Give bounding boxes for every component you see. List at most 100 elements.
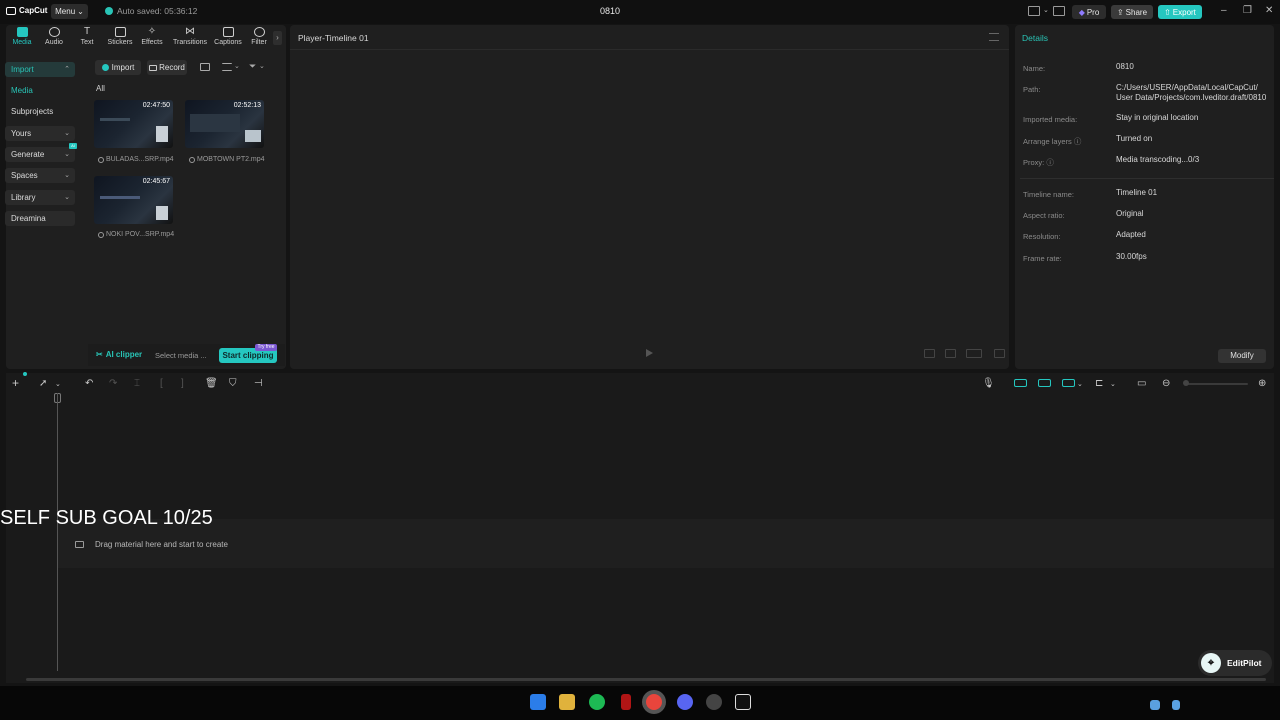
grid-view-icon[interactable] [200,63,210,71]
sidebar-item-media[interactable]: Media [5,83,75,98]
layout-icon[interactable] [1028,6,1040,16]
capcut-taskbar-icon[interactable] [735,694,751,710]
chevron-down-icon: ⌄ [77,7,84,16]
app-name: CapCut [19,6,48,15]
zoom-slider[interactable] [1186,383,1248,385]
restore-icon[interactable]: ❐ [1243,5,1252,16]
tab-effects[interactable]: ✧ Effects [135,27,169,47]
redo-icon[interactable]: ↷ [109,378,117,389]
select-media-dropdown[interactable]: Select media ... [155,351,207,360]
text-icon: T [83,26,91,37]
delete-icon[interactable]: 🗑 [205,378,218,389]
app-logo: CapCut [6,6,47,15]
sidebar-item-import[interactable]: Import ⌃ [5,62,75,77]
zoom-slider-handle[interactable] [1183,380,1189,386]
chevron-down-icon[interactable]: ⌄ [55,380,61,388]
spotify-icon[interactable] [589,694,605,710]
share-button[interactable]: ⇪ Share [1111,5,1153,19]
play-icon[interactable] [646,349,653,357]
media-thumbnail[interactable]: 02:47:50 [94,100,173,148]
tab-audio[interactable]: Audio [37,27,71,46]
tabs-scroll-right-button[interactable]: › [273,31,282,45]
sidebar-item-spaces[interactable]: Spaces ⌄ [5,168,75,183]
timeline-scrollbar[interactable] [26,678,1266,681]
info-icon[interactable]: ⓘ [1046,158,1054,167]
quality-icon[interactable] [966,349,982,358]
minimize-icon[interactable]: – [1221,5,1227,16]
chevron-down-icon[interactable]: ⌄ [234,62,240,70]
trim-right-icon[interactable]: ] [181,378,184,389]
linkage-icon[interactable] [1062,379,1075,387]
chrome-icon[interactable] [646,694,662,710]
preview-axis-icon[interactable]: ⊏ [1095,378,1103,389]
trim-left-icon[interactable]: [ [160,378,163,389]
sort-icon[interactable] [222,63,232,71]
detail-label: Path: [1023,85,1041,94]
main-track-drop-zone[interactable] [58,519,1274,568]
sidebar-item-generate[interactable]: Generate ⌄ AI [5,143,77,162]
zoom-fit-icon[interactable] [945,349,956,358]
zoom-in-icon[interactable]: ⊕ [1258,378,1266,389]
sidebar-item-subprojects[interactable]: Subprojects [5,104,75,119]
import-label: Import [111,63,135,72]
tab-captions[interactable]: Captions [211,27,245,46]
caption-track-icon[interactable]: ▭ [1137,378,1146,389]
export-button[interactable]: ⇧ Export [1158,5,1202,19]
file-explorer-icon[interactable] [559,694,575,710]
crop-icon[interactable]: ⊣ [254,378,263,389]
network-icon[interactable] [1150,700,1160,710]
sidebar-item-yours[interactable]: Yours ⌄ [5,126,75,141]
microphone-tray-icon[interactable] [1172,700,1180,710]
tab-filter[interactable]: Filter [244,27,274,46]
info-icon[interactable]: ⓘ [1074,137,1082,146]
tab-stickers[interactable]: Stickers [103,27,137,46]
media-thumbnail[interactable]: 02:52:13 [185,100,264,148]
zoom-out-icon[interactable]: ⊖ [1162,378,1170,389]
main-track-magnet-icon[interactable] [1014,379,1027,387]
import-button[interactable]: Import [95,60,141,75]
tab-label: Effects [141,39,163,46]
close-icon[interactable]: ✕ [1265,5,1273,16]
filter-funnel-icon[interactable]: ⏷ [249,61,256,72]
menu-button[interactable]: Menu ⌄ [51,4,88,19]
ai-clipper[interactable]: ✂ AI clipper [96,350,142,359]
undo-icon[interactable]: ↶ [85,378,93,389]
detail-label: Proxy: ⓘ [1023,157,1054,168]
chevron-down-icon[interactable]: ⌄ [259,62,265,70]
split-icon[interactable]: ⌶ [134,378,140,389]
app-icon[interactable] [706,694,722,710]
try-free-badge: Try free [255,344,277,351]
shortcuts-icon[interactable] [1053,6,1065,16]
tab-media[interactable]: Media [5,27,39,46]
app-icon[interactable] [621,694,631,710]
sidebar-item-library[interactable]: Library ⌄ [5,190,75,205]
chevron-down-icon[interactable]: ⌄ [1110,380,1116,388]
record-button[interactable]: Record [147,60,187,75]
sidebar-item-dreamina[interactable]: Dreamina [5,211,75,226]
chevron-down-icon[interactable]: ⌄ [1043,6,1049,14]
thumbnail-detail [156,206,168,220]
auto-snap-icon[interactable] [1038,379,1051,387]
fullscreen-icon[interactable] [994,349,1005,358]
menu-icon[interactable] [989,33,999,41]
sidebar-item-label: Subprojects [11,107,54,116]
stream-overlay-text: SELF SUB GOAL 10/25 [0,507,213,529]
filter-all-label[interactable]: All [96,84,105,93]
ratio-icon[interactable] [924,349,935,358]
media-thumbnail[interactable]: 02:45:67 [94,176,173,224]
add-track-icon[interactable]: + [12,376,19,390]
chevron-down-icon[interactable]: ⌄ [1077,380,1083,388]
microphone-icon[interactable]: 🎙 [982,378,995,389]
modify-button[interactable]: Modify [1218,349,1266,363]
discord-icon[interactable] [677,694,693,710]
shield-icon[interactable]: ⛉ [229,378,237,389]
tab-label: Media [12,39,32,46]
select-cursor-icon[interactable]: ➚ [39,378,47,389]
pro-button[interactable]: ◆ Pro [1072,5,1106,19]
tab-transitions[interactable]: ⋈ Transitions [172,27,208,47]
tab-text[interactable]: T Text [70,26,104,47]
cloud-check-icon [105,7,113,15]
windows-start-icon[interactable] [530,694,546,710]
detail-value: Original [1116,209,1144,218]
editpilot-button[interactable]: ⌖ EditPilot [1198,650,1272,676]
